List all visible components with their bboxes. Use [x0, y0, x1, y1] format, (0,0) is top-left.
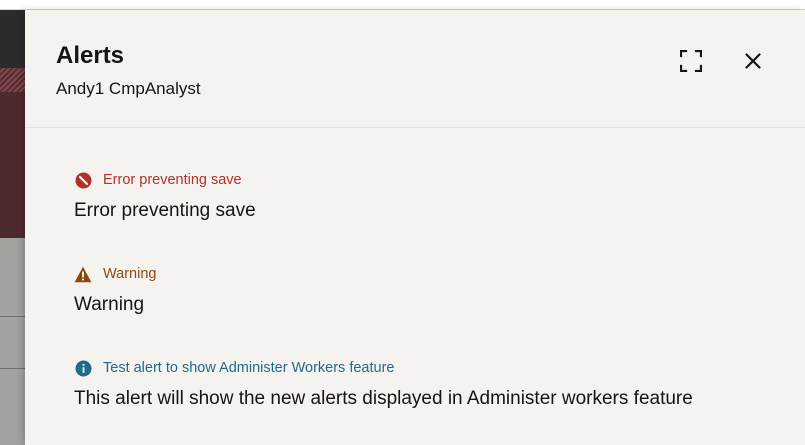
- alert-message: Error preventing save: [74, 200, 256, 221]
- alert-message: This alert will show the new alerts disp…: [74, 388, 693, 409]
- alert-header: Warning: [74, 264, 156, 284]
- info-icon: [74, 359, 92, 377]
- alert-info: Test alert to show Administer Workers fe…: [74, 358, 693, 411]
- close-icon: [745, 53, 761, 69]
- background-banner: [0, 92, 25, 238]
- alert-label: Warning: [103, 266, 157, 282]
- alert-header: Error preventing save: [74, 170, 256, 190]
- alert-warning: Warning Warning: [74, 264, 156, 317]
- background-page[interactable]: [0, 10, 25, 445]
- warning-icon: [74, 265, 92, 283]
- alerts-drawer: Alerts Andy1 CmpAnalyst Error preventing…: [25, 10, 805, 445]
- alert-header: Test alert to show Administer Workers fe…: [74, 358, 693, 378]
- background-divider: [0, 316, 25, 317]
- error-icon: [74, 171, 92, 189]
- drawer-title: Alerts: [56, 42, 125, 69]
- alert-message: Warning: [74, 294, 145, 315]
- close-button[interactable]: [737, 45, 769, 77]
- alert-label: Error preventing save: [103, 172, 242, 188]
- drawer-header: Alerts Andy1 CmpAnalyst: [25, 10, 805, 128]
- alert-error: Error preventing save Error preventing s…: [74, 170, 256, 223]
- alert-label: Test alert to show Administer Workers fe…: [103, 360, 395, 376]
- background-image: [0, 68, 25, 92]
- expand-icon: [680, 50, 702, 72]
- viewport: Alerts Andy1 CmpAnalyst Error preventing…: [0, 0, 805, 445]
- drawer-subtitle: Andy1 CmpAnalyst: [56, 79, 201, 98]
- background-divider: [0, 368, 25, 369]
- expand-button[interactable]: [675, 45, 707, 77]
- background-header: [0, 10, 25, 68]
- background-content: [0, 238, 25, 445]
